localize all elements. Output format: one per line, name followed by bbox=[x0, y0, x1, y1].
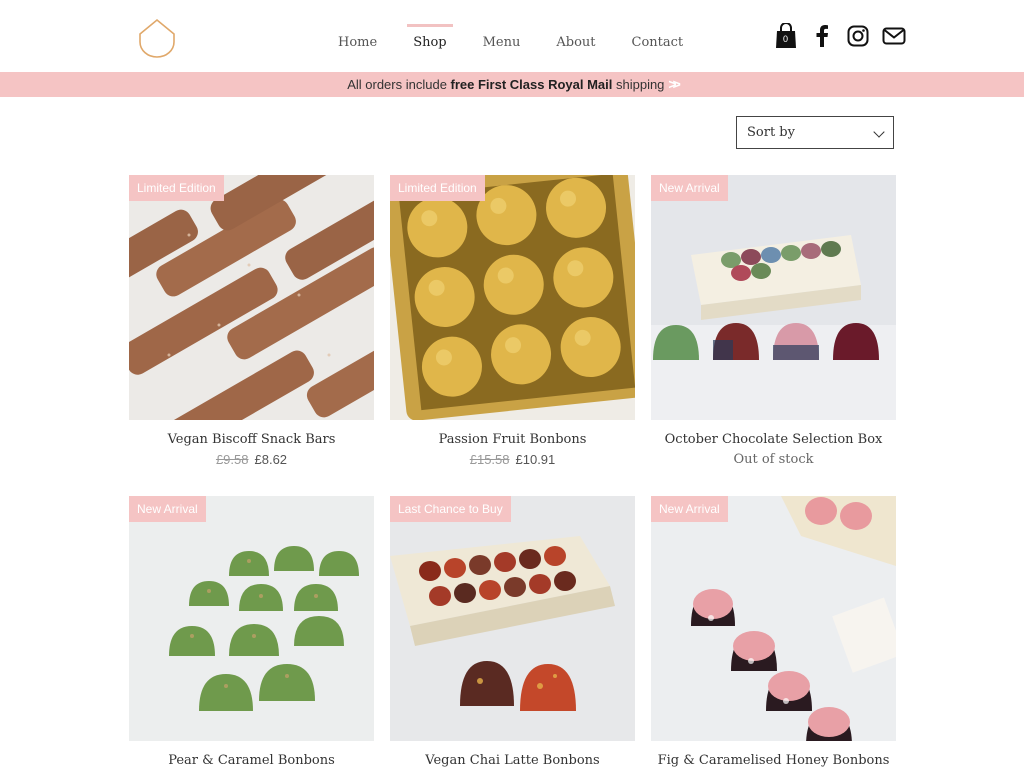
product-ribbon: Limited Edition bbox=[390, 175, 485, 201]
stock-status: Out of stock bbox=[733, 452, 814, 467]
product-name[interactable]: Passion Fruit Bonbons bbox=[390, 432, 635, 447]
product-name[interactable]: Fig & Caramelised Honey Bonbons bbox=[651, 753, 896, 768]
banner-suffix: shipping bbox=[612, 77, 665, 92]
instagram-icon[interactable] bbox=[844, 22, 872, 50]
product-image[interactable]: New Arrival bbox=[129, 496, 374, 741]
nav-home[interactable]: Home bbox=[320, 24, 395, 64]
product-name[interactable]: October Chocolate Selection Box bbox=[651, 432, 896, 447]
product-ribbon: New Arrival bbox=[651, 496, 728, 522]
facebook-icon[interactable] bbox=[808, 22, 836, 50]
chevron-down-icon bbox=[873, 126, 885, 138]
banner-chevron-icon[interactable]: >> bbox=[668, 72, 681, 97]
cart-icon[interactable]: 0 bbox=[772, 22, 800, 50]
product-ribbon: New Arrival bbox=[651, 175, 728, 201]
mail-icon[interactable] bbox=[880, 22, 908, 50]
header-icons: 0 bbox=[772, 22, 916, 50]
product-image[interactable]: Limited Edition bbox=[390, 175, 635, 420]
nav-contact[interactable]: Contact bbox=[614, 24, 702, 64]
sale-price: £8.62 bbox=[254, 452, 288, 467]
product-price: £15.58 £10.91 bbox=[390, 452, 635, 467]
product-price: £9.58 £8.62 bbox=[129, 452, 374, 467]
product-image[interactable]: Last Chance to Buy bbox=[390, 496, 635, 741]
logo-house-icon[interactable] bbox=[138, 18, 176, 58]
product-name[interactable]: Pear & Caramel Bonbons bbox=[129, 753, 374, 768]
sale-price: £10.91 bbox=[515, 452, 556, 467]
product-name[interactable]: Vegan Biscoff Snack Bars bbox=[129, 432, 374, 447]
nav-shop[interactable]: Shop bbox=[395, 24, 464, 64]
old-price: £9.58 bbox=[215, 452, 249, 467]
product-name[interactable]: Vegan Chai Latte Bonbons bbox=[390, 753, 635, 768]
sort-label: Sort by bbox=[747, 125, 795, 140]
product-image[interactable]: New Arrival bbox=[651, 175, 896, 420]
banner-highlight: free First Class Royal Mail bbox=[450, 77, 613, 92]
product-ribbon: New Arrival bbox=[129, 496, 206, 522]
product-ribbon: Limited Edition bbox=[129, 175, 224, 201]
old-price: £15.58 bbox=[469, 452, 510, 467]
sort-dropdown[interactable]: Sort by bbox=[736, 116, 894, 149]
product-image[interactable]: New Arrival bbox=[651, 496, 896, 741]
banner-prefix: All orders include bbox=[347, 77, 451, 92]
cart-count: 0 bbox=[783, 34, 789, 44]
product-ribbon: Last Chance to Buy bbox=[390, 496, 511, 522]
shipping-banner: All orders include free First Class Roya… bbox=[0, 72, 1024, 97]
product-image[interactable]: Limited Edition bbox=[129, 175, 374, 420]
nav-about[interactable]: About bbox=[538, 24, 613, 64]
site-header: Home Shop Menu About Contact 0 bbox=[0, 0, 1024, 72]
nav-menu[interactable]: Menu bbox=[465, 24, 539, 64]
main-nav: Home Shop Menu About Contact bbox=[320, 24, 701, 64]
